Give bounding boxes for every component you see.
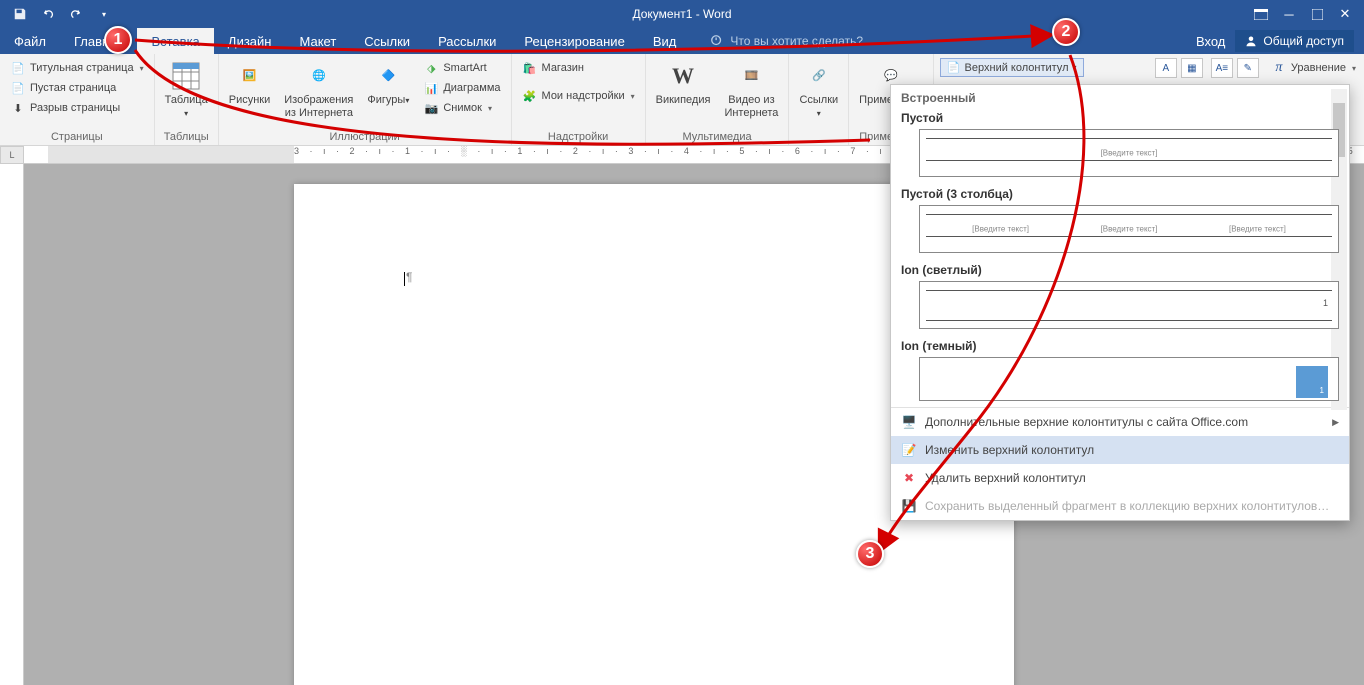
text-cursor [404,272,405,286]
gallery-item-2[interactable]: 1 [919,281,1339,329]
sign-in-link[interactable]: Вход [1196,34,1225,49]
tab-view[interactable]: Вид [639,28,691,54]
gallery-category: Встроенный [891,85,1349,107]
share-button[interactable]: Общий доступ [1235,30,1354,52]
dropcap-mini-icon[interactable]: A≡ [1211,58,1233,78]
group-media-label: Мультимедиа [652,129,783,143]
gallery-item-name-2: Ion (светлый) [891,259,1349,279]
tab-layout[interactable]: Макет [285,28,350,54]
tab-mailings[interactable]: Рассылки [424,28,510,54]
ruler-tab-selector[interactable]: L [0,146,24,164]
group-tables-label: Таблицы [161,129,212,143]
save-icon[interactable] [8,2,32,26]
redo-icon[interactable] [64,2,88,26]
group-pages: 📄Титульная страница▾ 📄Пустая страница ⬇Р… [0,54,155,145]
group-pages-label: Страницы [6,129,148,143]
group-media: WВикипедия 🎞️Видео из Интернета Мультиме… [646,54,790,145]
page-break-button[interactable]: ⬇Разрыв страницы [6,98,148,118]
blank-page-button[interactable]: 📄Пустая страница [6,78,148,98]
ribbon-display-icon[interactable] [1248,1,1274,27]
tab-review[interactable]: Рецензирование [510,28,638,54]
gallery-item-name-1: Пустой (3 столбца) [891,183,1349,203]
gallery-item-name-0: Пустой [891,107,1349,127]
callout-badge-3: 3 [856,540,884,568]
ribbon-tabs: Файл Главная Вставка Дизайн Макет Ссылки… [0,28,1364,54]
cover-page-button[interactable]: 📄Титульная страница▾ [6,58,148,78]
wikipedia-button[interactable]: WВикипедия [652,58,715,109]
pictures-button[interactable]: 🖼️Рисунки [225,58,275,109]
chart-button[interactable]: 📊Диаграмма [419,78,504,98]
store-button[interactable]: 🛍️Магазин [518,58,639,78]
gallery-save-selection: 💾Сохранить выделенный фрагмент в коллекц… [891,492,1349,520]
online-video-button[interactable]: 🎞️Видео из Интернета [720,58,782,121]
header-button[interactable]: 📄 Верхний колонтитул ▾ [940,58,1084,77]
callout-badge-2: 2 [1052,18,1080,46]
wordart-mini-icon[interactable]: ✎ [1237,58,1259,78]
gallery-more-office[interactable]: 🖥️Дополнительные верхние колонтитулы с с… [891,408,1349,436]
gallery-item-0[interactable]: [Введите текст] [919,129,1339,177]
header-gallery: Встроенный Пустой [Введите текст] Пустой… [890,84,1350,521]
gallery-item-1[interactable]: [Введите текст] [Введите текст] [Введите… [919,205,1339,253]
equation-button[interactable]: πУравнение▾ [1267,58,1360,78]
text-group-mini: A ▦ [1151,54,1207,82]
group-illustrations: 🖼️Рисунки 🌐Изображения из Интернета 🔷Фиг… [219,54,512,145]
gallery-remove-header[interactable]: ✖Удалить верхний колонтитул [891,464,1349,492]
group-illustrations-label: Иллюстрации [225,129,505,143]
screenshot-button[interactable]: 📷Снимок▾ [419,98,504,118]
maximize-icon[interactable] [1304,1,1330,27]
links-button[interactable]: 🔗Ссылки▾ [795,58,842,121]
quickparts-mini-icon[interactable]: ▦ [1181,58,1203,78]
textbox-mini-icon[interactable]: A [1155,58,1177,78]
symbols-group-mini: A≡ ✎ [1207,54,1263,82]
tell-me-placeholder: Что вы хотите сделать? [730,34,863,48]
qat-customize-icon[interactable]: ▾ [92,2,116,26]
ruler-vertical[interactable] [0,164,24,685]
gallery-item-3[interactable]: 1 [919,357,1339,401]
group-tables: Таблица▾ Таблицы [155,54,219,145]
equation-group: πУравнение▾ [1263,54,1364,82]
header-button-label: Верхний колонтитул [965,62,1069,74]
group-addins-label: Надстройки [518,129,639,143]
tab-references[interactable]: Ссылки [350,28,424,54]
undo-icon[interactable] [36,2,60,26]
callout-badge-1: 1 [104,26,132,54]
online-pictures-button[interactable]: 🌐Изображения из Интернета [280,58,357,121]
title-bar: ▾ Документ1 - Word ─ ✕ [0,0,1364,28]
group-links: 🔗Ссылки▾ Ссылки [789,54,849,145]
close-icon[interactable]: ✕ [1332,1,1358,27]
tab-design[interactable]: Дизайн [214,28,286,54]
gallery-item-name-3: Ion (темный) [891,335,1349,355]
group-addins: 🛍️Магазин 🧩Мои надстройки▾ Надстройки [512,54,646,145]
my-addins-button[interactable]: 🧩Мои надстройки▾ [518,86,639,106]
window-title: Документ1 - Word [632,7,731,21]
tell-me-search[interactable]: Что вы хотите сделать? [710,34,863,48]
quick-access-toolbar: ▾ [0,2,116,26]
shapes-button[interactable]: 🔷Фигуры▾ [363,58,413,109]
smartart-button[interactable]: ⬗SmartArt [419,58,504,78]
minimize-icon[interactable]: ─ [1276,1,1302,27]
table-button[interactable]: Таблица▾ [161,58,212,121]
tab-insert[interactable]: Вставка [137,28,213,54]
share-label: Общий доступ [1263,34,1344,48]
tab-file[interactable]: Файл [0,28,60,54]
gallery-edit-header[interactable]: 📝Изменить верхний колонтитул [891,436,1349,464]
